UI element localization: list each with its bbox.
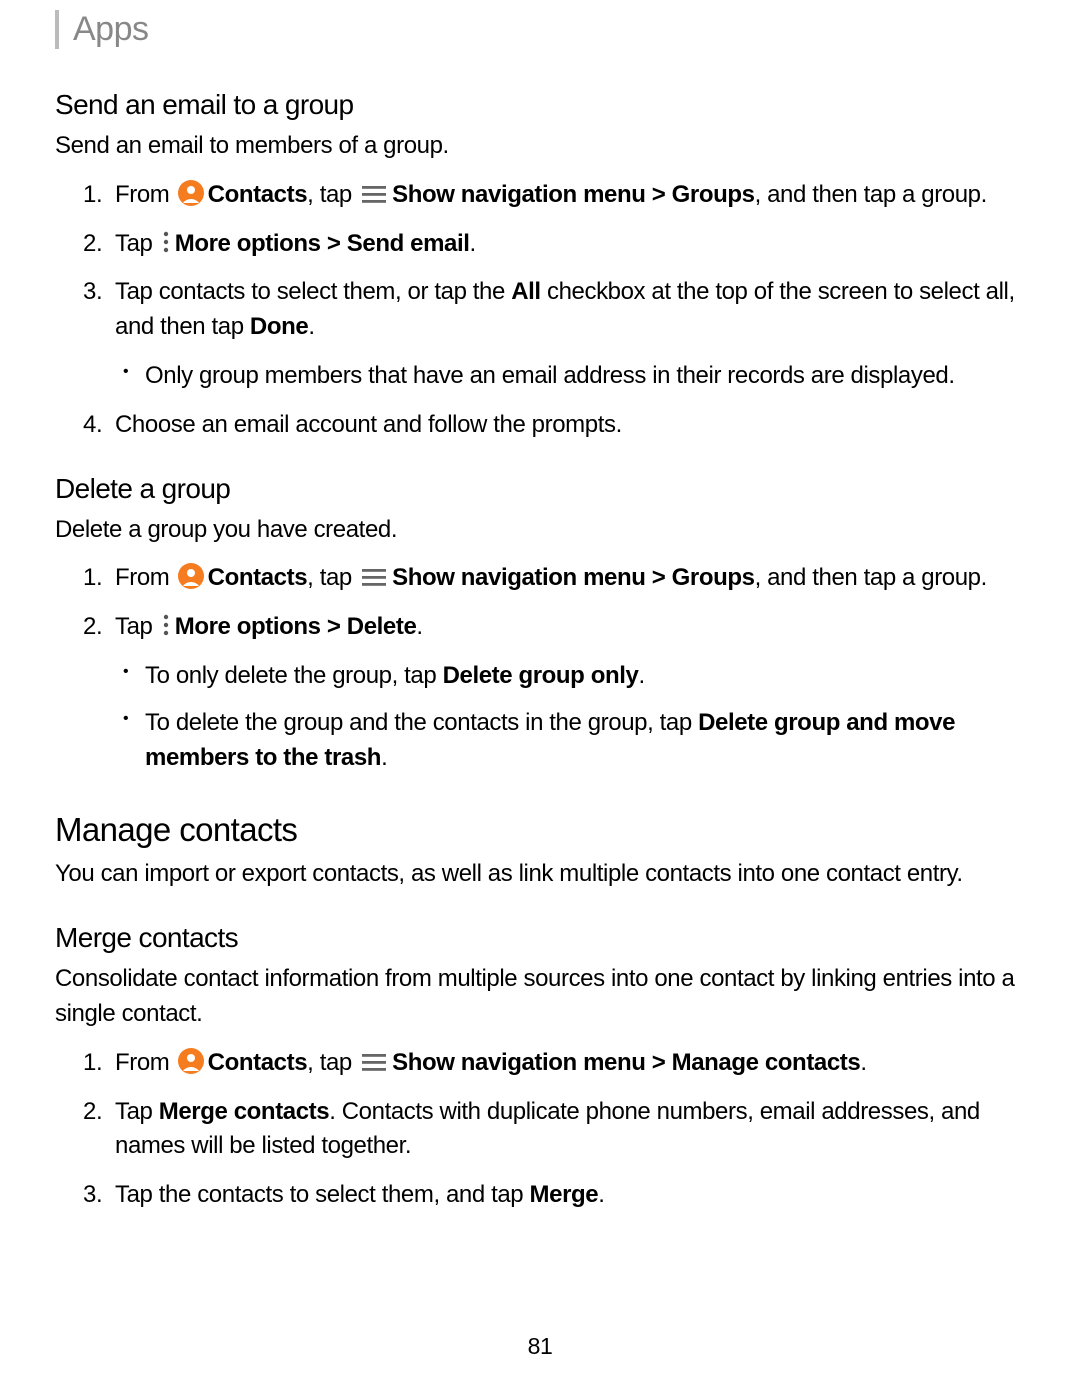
intro-send-email: Send an email to members of a group.: [55, 129, 1025, 164]
substeps: Only group members that have an email ad…: [115, 359, 1025, 394]
hamburger-icon: [362, 1053, 386, 1071]
step-2: Tap More options > Send email.: [55, 227, 1025, 262]
substep: To delete the group and the contacts in …: [115, 706, 1025, 776]
hamburger-icon: [362, 185, 386, 203]
intro-merge-contacts: Consolidate contact information from mul…: [55, 962, 1025, 1032]
page-content: Apps Send an email to a group Send an em…: [0, 0, 1080, 1400]
breadcrumb-label: Apps: [73, 10, 149, 48]
substep: To only delete the group, tap Delete gro…: [115, 659, 1025, 694]
contacts-icon: [178, 1048, 204, 1074]
heading-merge-contacts: Merge contacts: [55, 922, 1025, 954]
steps-merge-contacts: From Contacts, tap Show navigation menu …: [55, 1046, 1025, 1213]
heading-delete-group: Delete a group: [55, 473, 1025, 505]
step-1: From Contacts, tap Show navigation menu …: [55, 178, 1025, 213]
step-3: Tap contacts to select them, or tap the …: [55, 275, 1025, 393]
step-4: Choose an email account and follow the p…: [55, 408, 1025, 443]
heading-manage-contacts: Manage contacts: [55, 811, 1025, 849]
step-1: From Contacts, tap Show navigation menu …: [55, 1046, 1025, 1081]
substeps: To only delete the group, tap Delete gro…: [115, 659, 1025, 775]
step-2: Tap Merge contacts. Contacts with duplic…: [55, 1095, 1025, 1165]
substep: Only group members that have an email ad…: [115, 359, 1025, 394]
step-1: From Contacts, tap Show navigation menu …: [55, 561, 1025, 596]
contacts-icon: [178, 563, 204, 589]
more-options-icon: [161, 614, 171, 636]
breadcrumb: Apps: [55, 10, 1025, 49]
page-number: 81: [55, 1333, 1025, 1360]
steps-delete-group: From Contacts, tap Show navigation menu …: [55, 561, 1025, 775]
more-options-icon: [161, 231, 171, 253]
intro-manage-contacts: You can import or export contacts, as we…: [55, 857, 1025, 892]
step-2: Tap More options > Delete. To only delet…: [55, 610, 1025, 775]
contacts-icon: [178, 180, 204, 206]
step-3: Tap the contacts to select them, and tap…: [55, 1178, 1025, 1213]
hamburger-icon: [362, 568, 386, 586]
heading-send-email: Send an email to a group: [55, 89, 1025, 121]
steps-send-email: From Contacts, tap Show navigation menu …: [55, 178, 1025, 443]
intro-delete-group: Delete a group you have created.: [55, 513, 1025, 548]
